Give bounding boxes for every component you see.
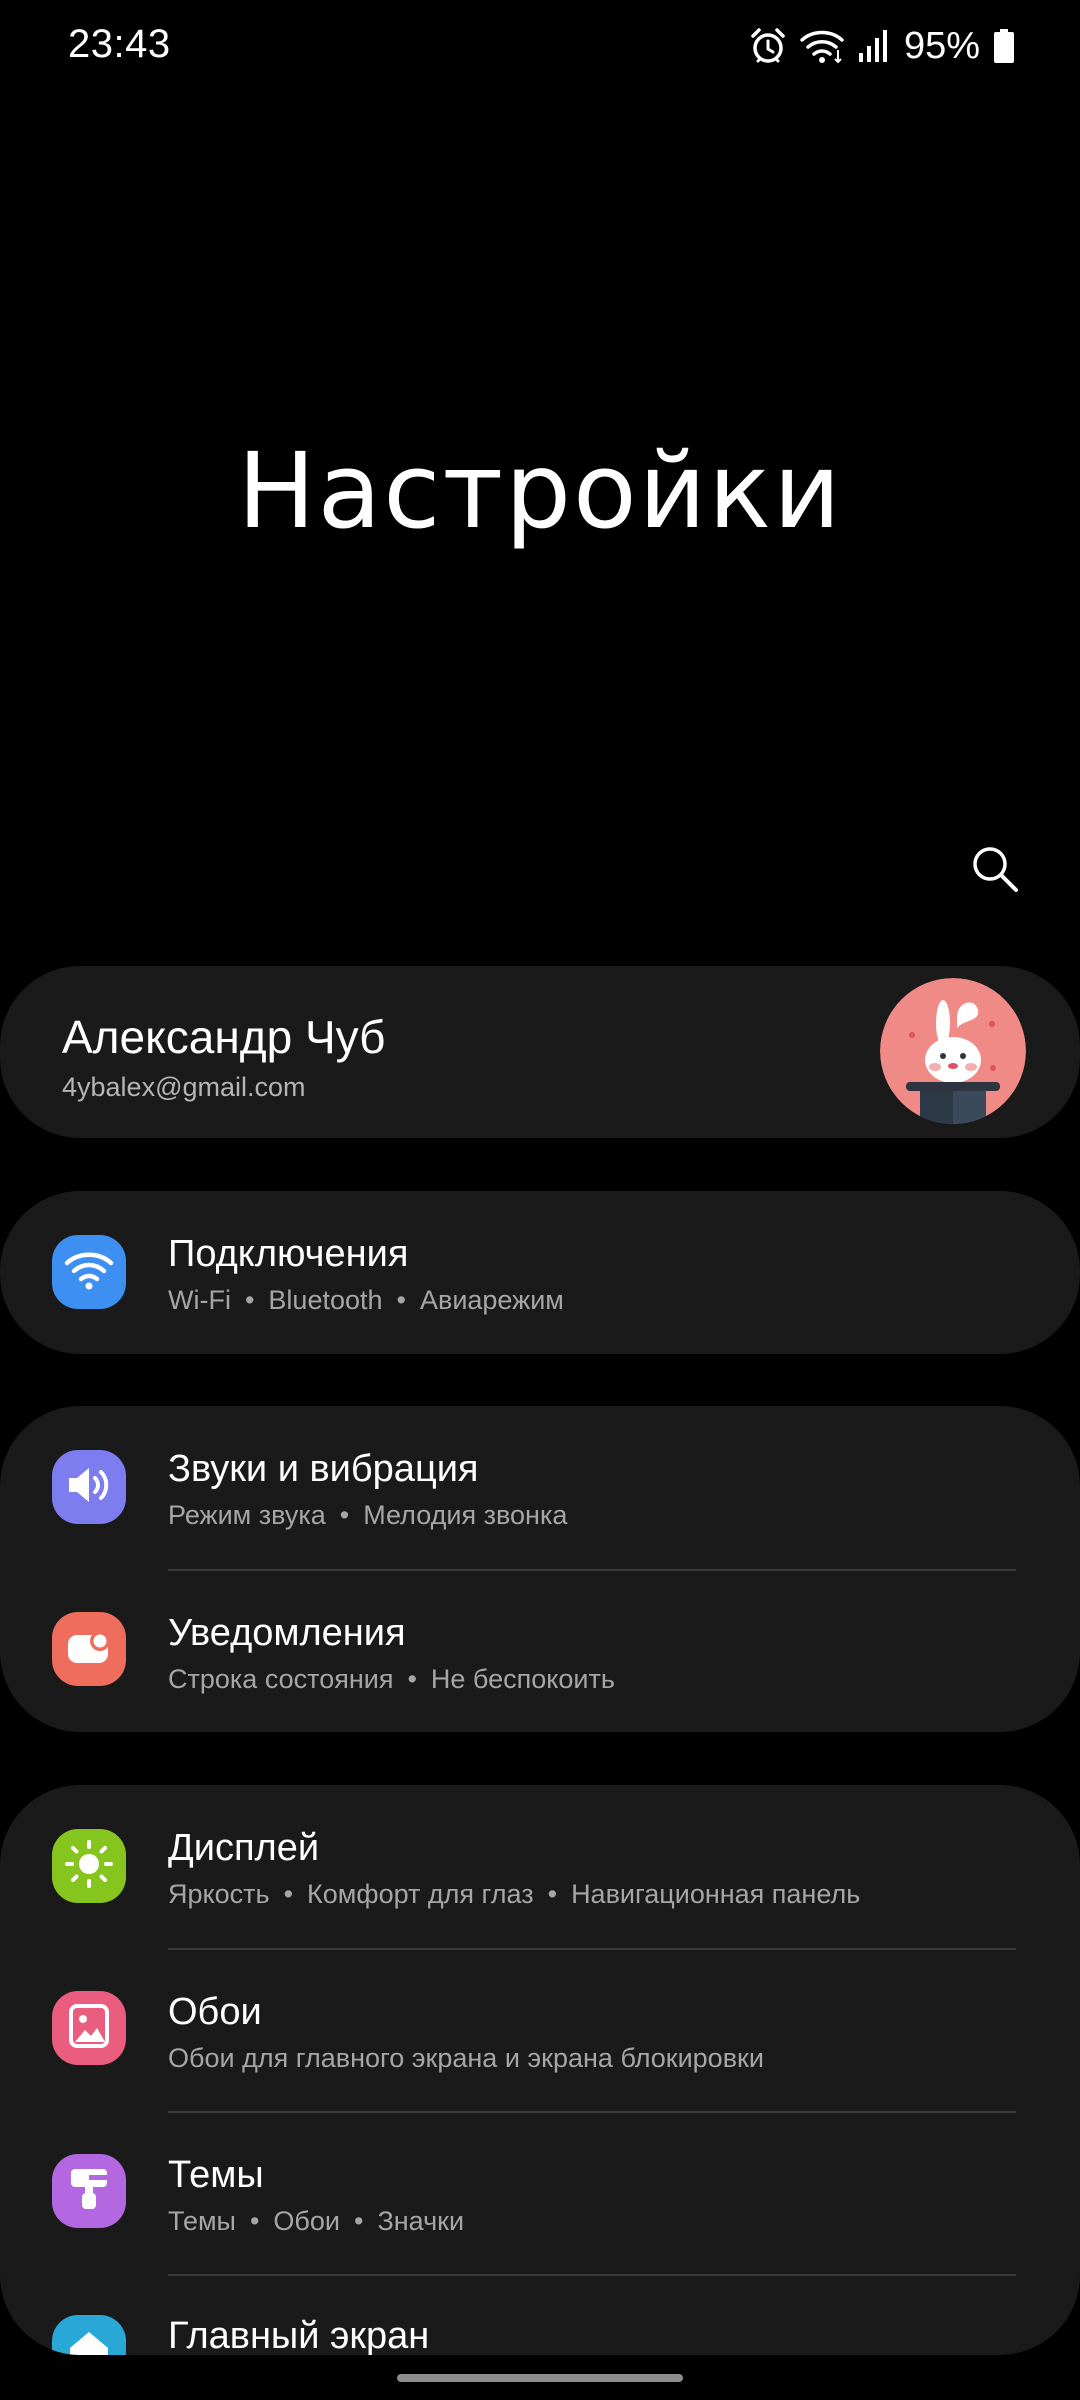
profile-name: Александр Чуб [62,1011,386,1063]
page-title: Настройки [237,430,843,552]
subtitle-part: Темы [168,2206,236,2236]
subtitle-part: Яркость [168,1879,270,1909]
profile-card[interactable]: Александр Чуб 4ybalex@gmail.com [0,966,1080,1138]
settings-item-title: Главный экран [168,2315,430,2355]
search-button[interactable] [966,842,1024,900]
search-icon [970,844,1020,899]
signal-icon [858,29,888,63]
gesture-nav-handle[interactable] [397,2374,683,2382]
status-time: 23:43 [68,22,171,66]
settings-item-subtitle: Обои для главного экрана и экрана блокир… [168,2043,764,2074]
subtitle-part: Обои для главного экрана и экрана блокир… [168,2043,764,2073]
settings-item-title: Темы [168,2154,264,2196]
volume-icon [65,1463,113,1512]
subtitle-part: Значки [377,2206,465,2236]
subtitle-part: Bluetooth [268,1285,383,1315]
brightness-icon [64,1839,114,1894]
settings-item-subtitle: Яркость • Комфорт для глаз • Навигационная п… [168,1879,861,1909]
wifi-icon [800,28,844,64]
settings-item-subtitle: Строка состояния • Не беспокоить [168,1664,615,1694]
wallpaper-icon-tile [52,1991,126,2065]
home-icon [66,2328,112,2355]
status-bar: 23:43 95% [0,0,1080,96]
settings-item-title: Звуки и вибрация [168,1448,479,1490]
alarm-icon [750,27,786,65]
wallpaper-icon [69,2003,109,2053]
subtitle-part: Авиарежим [419,1285,564,1315]
settings-item-subtitle: Wi-Fi • Bluetooth • Авиарежим [168,1285,564,1315]
themes-icon-tile [52,2154,126,2228]
subtitle-part: Не беспокоить [430,1664,615,1694]
settings-item-sounds[interactable]: Звуки и вибрация Режим звука • Мелодия зво… [0,1406,1080,1568]
battery-percent: 95% [903,24,980,67]
display-icon-tile [52,1829,126,1903]
home-icon-tile [52,2315,126,2355]
settings-item-connections[interactable]: Подключения Wi-Fi • Bluetooth • Авиарежим [0,1191,1080,1353]
settings-item-title: Обои [168,1991,262,2033]
settings-item-home-screen[interactable]: Главный экран [0,2275,1080,2355]
sounds-icon-tile [52,1450,126,1524]
subtitle-part: Строка состояния [168,1664,394,1694]
status-icons: 95% [750,22,1014,70]
settings-item-title: Уведомления [168,1612,406,1654]
settings-item-display[interactable]: Дисплей Яркость • Комфорт для глаз • Навигац… [0,1785,1080,1947]
subtitle-part: Обои [273,2206,340,2236]
subtitle-part: Мелодия звонка [363,1500,568,1530]
display-card: Дисплей Яркость • Комфорт для глаз • Навигац… [0,1785,1080,2355]
wifi-icon [64,1249,114,1296]
notifications-icon-tile [52,1612,126,1686]
subtitle-part: Wi-Fi [168,1285,231,1315]
subtitle-part: Комфорт для глаз [307,1879,534,1909]
settings-item-title: Дисплей [168,1827,320,1869]
settings-item-title: Подключения [168,1233,409,1275]
subtitle-part: Навигационная панель [571,1879,861,1909]
settings-item-themes[interactable]: Темы Темы • Обои • Значки [0,2112,1080,2274]
subtitle-part: Режим звука [168,1500,326,1530]
connections-icon-tile [52,1235,126,1309]
settings-item-subtitle: Темы • Обои • Значки [168,2206,465,2236]
settings-item-wallpaper[interactable]: Обои Обои для главного экрана и экрана б… [0,1949,1080,2111]
connections-card: Подключения Wi-Fi • Bluetooth • Авиарежим [0,1191,1080,1354]
settings-item-subtitle: Режим звука • Мелодия звонка [168,1500,568,1530]
sound-notifications-card: Звуки и вибрация Режим звука • Мелодия зво… [0,1406,1080,1732]
settings-item-notifications[interactable]: Уведомления Строка состояния • Не беспокои… [0,1570,1080,1732]
avatar[interactable] [880,978,1026,1124]
profile-email: 4ybalex@gmail.com [62,1072,306,1102]
battery-icon [994,29,1014,63]
notification-icon [66,1627,112,1672]
themes-icon [67,2165,111,2218]
